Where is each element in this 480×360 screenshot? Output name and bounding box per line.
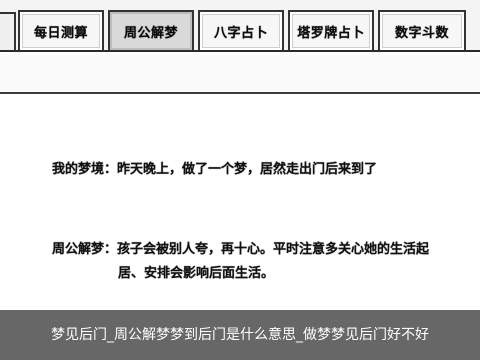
page-caption: 梦见后门_周公解梦梦到后门是什么意思_做梦梦见后门好不好	[0, 310, 480, 360]
tab-scroll-left[interactable]	[0, 12, 16, 50]
dream-description: 我的梦境：昨天晚上，做了一个梦，居然走出门后来到了	[52, 158, 442, 182]
main-content: 我的梦境：昨天晚上，做了一个梦，居然走出门后来到了 周公解梦：孩子会被别人夸，再…	[0, 96, 480, 310]
interpretation-label: 周公解梦：	[52, 242, 118, 257]
tab-numerology-label: 数字斗数	[394, 25, 449, 41]
dream-label: 我的梦境：	[52, 162, 118, 177]
tab-daily[interactable]: 每日测算	[18, 10, 104, 50]
dream-text: 昨天晚上，做了一个梦，居然走出门后来到了	[117, 162, 378, 177]
tab-daily-label: 每日测算	[33, 25, 88, 41]
tab-bazi[interactable]: 八字占卜	[198, 10, 284, 50]
interpretation-line-1: 孩子会被别人夸，再十心。平时注意多关心她的生活起	[117, 242, 430, 257]
tab-bar: 每日测算 周公解梦 八字占卜 塔罗牌占卜 数字斗数	[0, 0, 480, 52]
tab-numerology[interactable]: 数字斗数	[378, 10, 466, 50]
tab-dream-interpretation[interactable]: 周公解梦	[108, 10, 194, 50]
tab-tarot[interactable]: 塔罗牌占卜	[288, 10, 374, 50]
tab-dream-interpretation-label: 周公解梦	[123, 25, 178, 41]
interpretation-line-2: 居、安排会影响后面生活。	[118, 266, 275, 281]
tab-bazi-label: 八字占卜	[213, 25, 268, 41]
tab-tarot-label: 塔罗牌占卜	[297, 25, 365, 41]
app-window: 每日测算 周公解梦 八字占卜 塔罗牌占卜 数字斗数 我的梦境：昨天晚上，做了一个…	[0, 0, 480, 360]
toolbar-band	[0, 54, 480, 94]
interpretation: 周公解梦：孩子会被别人夸，再十心。平时注意多关心她的生活起 居、安排会影响后面生…	[52, 238, 442, 286]
